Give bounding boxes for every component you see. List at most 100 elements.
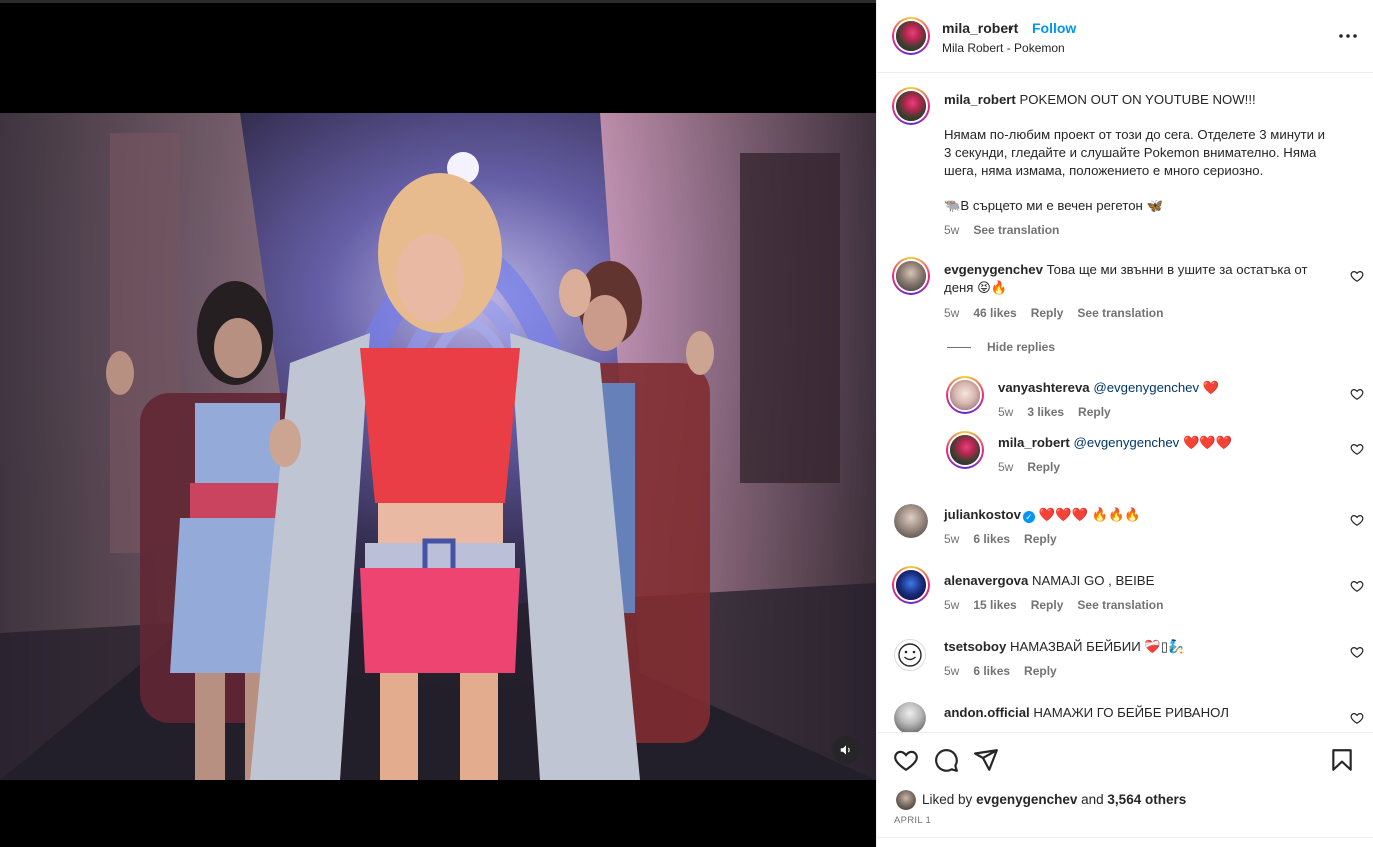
reply-button[interactable]: Reply: [1024, 532, 1057, 546]
divider: [877, 837, 1373, 838]
reply-avatar-mila-robert[interactable]: [946, 431, 984, 469]
caption-line3: шега, няма измама, положението е много с…: [944, 163, 1264, 178]
reply-like-heart-icon[interactable]: [1350, 387, 1364, 401]
hide-replies-label: Hide replies: [987, 340, 1056, 354]
reply-row-2: mila_robert @evgenygenchev ❤️❤️❤️: [998, 434, 1232, 452]
comment-row-2: juliankostov ✓ ❤️❤️❤️ 🔥🔥🔥: [944, 506, 1141, 524]
comment-like-heart-icon[interactable]: [1350, 579, 1364, 593]
comment-meta-4: 5w 6 likes Reply: [944, 664, 1071, 678]
reply-meta-2: 5w Reply: [998, 460, 1074, 474]
caption-line2: 3 секунди, гледайте и слушайте Pokemon в…: [944, 145, 1317, 160]
comment-likes[interactable]: 46 likes: [973, 306, 1016, 320]
reply-emoji: ❤️: [1202, 380, 1220, 395]
comment-text: NAMAJI GO , BEIBE: [1031, 573, 1155, 588]
comment-time: 5w: [944, 532, 960, 546]
comment-like-heart-icon[interactable]: [1350, 269, 1364, 283]
comment-avatar-juliankostov[interactable]: [894, 504, 928, 538]
comment-text: ❤️❤️❤️ 🔥🔥🔥: [1038, 507, 1141, 522]
audio-location[interactable]: Mila Robert - Pokemon: [942, 41, 1065, 55]
comment-like-heart-icon[interactable]: [1350, 645, 1364, 659]
caption-username[interactable]: mila_robert: [944, 92, 1016, 107]
comments-section[interactable]: mila_robert POKEMON OUT ON YOUTUBE NOW!!…: [877, 74, 1373, 732]
caption-line1: Нямам по-любим проект от този до сега. О…: [944, 127, 1326, 142]
comment-avatar-evgenygenchev[interactable]: [892, 257, 930, 295]
video-pane[interactable]: [0, 0, 876, 847]
comment-username[interactable]: andon.official: [944, 705, 1030, 720]
comment-row-4: tsetsoboy НАМАЗВАЙ БЕЙБИИ ❤️‍🩹▯🧞: [944, 638, 1184, 656]
liked-by-summary: Liked by evgenygenchev and 3,564 others: [922, 792, 1186, 807]
reply-mention[interactable]: @evgenygenchev: [1074, 435, 1180, 450]
more-options-button[interactable]: [1333, 24, 1363, 48]
video-frame[interactable]: [0, 113, 876, 780]
reply-button[interactable]: Reply: [1078, 405, 1111, 419]
reply-time: 5w: [998, 405, 1014, 419]
reply-likes[interactable]: 3 likes: [1027, 405, 1064, 419]
reply-username[interactable]: mila_robert: [998, 435, 1070, 450]
comment-likes[interactable]: 6 likes: [973, 532, 1010, 546]
post-header: mila_robert • Follow Mila Robert - Pokem…: [877, 0, 1373, 73]
see-translation[interactable]: See translation: [1077, 598, 1163, 612]
reply-like-heart-icon[interactable]: [1350, 442, 1364, 456]
comment-text: НАМАЖИ ГО БЕЙБЕ РИВАНОЛ: [1033, 705, 1229, 720]
comment-text: Това ще ми звънни в ушите за остатъка от: [1046, 262, 1308, 277]
more-icon: [1339, 34, 1357, 38]
comment-likes[interactable]: 15 likes: [973, 598, 1016, 612]
comment-meta-3: 5w 15 likes Reply See translation: [944, 598, 1177, 612]
comment-row-3: alenavergova NAMAJI GO , BEIBE: [944, 572, 1154, 590]
comment-like-heart-icon[interactable]: [1350, 711, 1364, 725]
separator-dot: •: [1008, 20, 1013, 36]
see-translation[interactable]: See translation: [1077, 306, 1163, 320]
comment-username[interactable]: tsetsoboy: [944, 639, 1006, 654]
caption-time: 5w: [944, 223, 960, 237]
reply-row-1: vanyashtereva @evgenygenchev ❤️: [998, 379, 1219, 397]
reply-mention[interactable]: @evgenygenchev: [1093, 380, 1199, 395]
liked-by-user[interactable]: evgenygenchev: [976, 792, 1077, 807]
post-date[interactable]: APRIL 1: [894, 815, 931, 826]
comment-avatar-andon-official[interactable]: [894, 702, 926, 732]
hide-replies-button[interactable]: Hide replies: [947, 340, 1055, 354]
comment-avatar-tsetsoboy[interactable]: [894, 639, 926, 671]
reply-button[interactable]: Reply: [1031, 306, 1064, 320]
reply-emoji: ❤️❤️❤️: [1182, 435, 1233, 450]
author-username[interactable]: mila_robert: [942, 20, 1018, 36]
reply-button[interactable]: Reply: [1031, 598, 1064, 612]
comment-meta-1: 5w 46 likes Reply See translation: [944, 306, 1177, 320]
post-panel: mila_robert • Follow Mila Robert - Pokem…: [876, 0, 1373, 847]
reply-meta-1: 5w 3 likes Reply: [998, 405, 1125, 419]
author-avatar[interactable]: [892, 17, 930, 55]
caption-headline-row: mila_robert POKEMON OUT ON YOUTUBE NOW!!…: [944, 91, 1256, 109]
caption-avatar[interactable]: [892, 87, 930, 125]
comment-likes[interactable]: 6 likes: [973, 664, 1010, 678]
caption-see-translation[interactable]: See translation: [973, 223, 1059, 237]
reply-username[interactable]: vanyashtereva: [998, 380, 1090, 395]
top-bar: [0, 0, 876, 3]
liker-avatar[interactable]: [896, 790, 916, 810]
speaker-icon: [840, 745, 850, 755]
liked-by-conj: and: [1081, 792, 1104, 807]
reply-button[interactable]: Reply: [1024, 664, 1057, 678]
bookmark-icon[interactable]: [1329, 747, 1355, 773]
comment-meta-2: 5w 6 likes Reply: [944, 532, 1071, 546]
comment-like-heart-icon[interactable]: [1350, 513, 1364, 527]
share-icon[interactable]: [973, 747, 999, 773]
caption-line4: 🐃В сърцето ми е вечен регетон 🦋: [944, 198, 1163, 213]
comment-time: 5w: [944, 598, 960, 612]
comment-row-1: evgenygenchev Това ще ми звънни в ушите …: [944, 261, 1308, 279]
comment-icon[interactable]: [933, 747, 959, 773]
liked-by-others[interactable]: 3,564 others: [1107, 792, 1186, 807]
comment-username[interactable]: juliankostov: [944, 507, 1021, 522]
liked-by-prefix: Liked by: [922, 792, 973, 807]
caption-headline: POKEMON OUT ON YOUTUBE NOW!!!: [1019, 92, 1256, 107]
comment-time: 5w: [944, 306, 960, 320]
comment-username[interactable]: evgenygenchev: [944, 262, 1043, 277]
hide-replies-line: [947, 346, 971, 348]
reply-button[interactable]: Reply: [1027, 460, 1060, 474]
follow-button[interactable]: Follow: [1032, 20, 1076, 36]
comment-avatar-alenavergova[interactable]: [892, 566, 930, 604]
comment-text-cont: деня 😝🔥: [944, 280, 1008, 295]
comment-username[interactable]: alenavergova: [944, 573, 1028, 588]
reply-avatar-vanyashtereva[interactable]: [946, 376, 984, 414]
mute-button[interactable]: [832, 736, 860, 764]
comment-row-5: andon.official НАМАЖИ ГО БЕЙБЕ РИВАНОЛ: [944, 704, 1229, 722]
heart-icon[interactable]: [893, 747, 919, 773]
